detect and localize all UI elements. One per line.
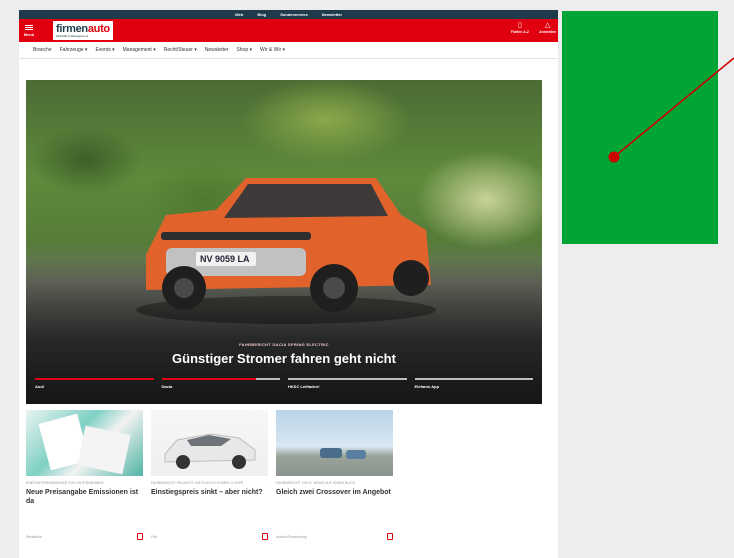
article-thumbnail[interactable]	[151, 410, 268, 476]
article-title[interactable]: Neue Preisangabe Emissionen ist da	[26, 488, 143, 506]
slider-tab[interactable]: Dacia	[161, 378, 280, 389]
slider-tab-label: HKSC Leitfaden!	[288, 384, 320, 389]
nav-item-shop[interactable]: Shop ▾	[236, 47, 252, 53]
bookmark-icon[interactable]	[387, 533, 393, 540]
nav-item-fahrzeuge[interactable]: Fahrzeuge ▾	[60, 47, 88, 53]
slider-progress	[161, 378, 257, 380]
top-link-web[interactable]: Web	[235, 12, 243, 17]
article-kicker: ENERGIEPREISBREMSE FÜR UNTERNEHMEN	[26, 481, 104, 485]
document-icon: ▯	[517, 22, 522, 29]
nav-item-management[interactable]: Management ▾	[123, 47, 156, 53]
slider-tabs: Audi Dacia HKSC Leitfaden! Elefanto App	[35, 378, 533, 389]
site-header: Menü firmenauto Mobilität & Management ▯…	[19, 19, 558, 42]
menu-label: Menü	[23, 31, 35, 37]
nav-item-recht-steuer[interactable]: Recht/Steuer ▾	[164, 47, 197, 53]
article-author: Fiat	[151, 534, 157, 539]
hamburger-icon	[25, 24, 33, 30]
hero-title[interactable]: Günstiger Stromer fahren geht nicht	[26, 351, 542, 366]
article-card[interactable]: FAHRBERICHT VW ID. NEWS AUF EINEM BLICK …	[276, 410, 393, 540]
slider-tab[interactable]: Elefanto App	[414, 378, 533, 389]
nav-item-branche[interactable]: Branche	[33, 47, 52, 53]
top-utility-bar: Web Blog Sonderservice Newsletter	[19, 10, 558, 19]
slider-tab[interactable]: HKSC Leitfaden!	[288, 378, 407, 389]
slider-tab-label: Audi	[35, 384, 44, 389]
nav-item-newsletter[interactable]: Newsletter	[205, 47, 229, 53]
bell-icon: △	[544, 22, 551, 29]
article-kicker: FAHRBERICHT VW ID. NEWS AUF EINEM BLICK	[276, 481, 356, 485]
hero-car-image: NV 9059 LA	[136, 178, 436, 324]
article-title[interactable]: Einstiegspreis sinkt – aber nicht?	[151, 488, 268, 497]
bookmark-icon[interactable]	[137, 533, 143, 540]
fleet-az-label: Flotten A-Z	[510, 30, 530, 34]
advertisement-banner[interactable]	[562, 11, 718, 244]
article-card[interactable]: FAHRBERICHT PEUGEOT 408 PLUG-IN HYBRID C…	[151, 410, 268, 540]
hero-slider[interactable]: NV 9059 LA FAHRBERICHT DACIA SPRING ELEC…	[26, 80, 542, 404]
top-link-blog[interactable]: Blog	[257, 12, 266, 17]
license-plate: NV 9059 LA	[200, 254, 250, 264]
article-cards: ENERGIEPREISBREMSE FÜR UNTERNEHMEN Neue …	[26, 410, 393, 540]
article-kicker: FAHRBERICHT PEUGEOT 408 PLUG-IN HYBRID C…	[151, 481, 244, 485]
bookmark-icon[interactable]	[262, 533, 268, 540]
hero-kicker: FAHRBERICHT DACIA SPRING ELECTRIC	[239, 342, 329, 347]
article-card[interactable]: ENERGIEPREISBREMSE FÜR UNTERNEHMEN Neue …	[26, 410, 143, 540]
article-thumbnail[interactable]	[26, 410, 143, 476]
site-logo[interactable]: firmenauto Mobilität & Management	[53, 21, 113, 40]
slider-progress	[35, 378, 154, 380]
slider-tab[interactable]: Audi	[35, 378, 154, 389]
top-link-newsletter[interactable]: Newsletter	[322, 12, 342, 17]
article-author: Redaktion	[26, 534, 42, 539]
article-thumbnail[interactable]	[276, 410, 393, 476]
page-main: Web Blog Sonderservice Newsletter Menü f…	[19, 10, 558, 558]
article-author: Autorin/Fortsetzung	[276, 534, 307, 539]
nav-item-wir[interactable]: Wir & Wir ▾	[260, 47, 285, 53]
slider-tab-label: Dacia	[161, 384, 173, 389]
top-link-service[interactable]: Sonderservice	[280, 12, 308, 17]
nav-item-events[interactable]: Events ▾	[95, 47, 114, 53]
fleet-az-button[interactable]: ▯ Flotten A-Z	[511, 22, 529, 34]
main-nav: Branche Fahrzeuge ▾ Events ▾ Management …	[19, 42, 558, 59]
slider-tab-label: Elefanto App	[414, 384, 440, 389]
login-label: Anmelden	[539, 30, 556, 34]
article-title[interactable]: Gleich zwei Crossover im Angebot	[276, 488, 393, 497]
menu-button[interactable]: Menü	[19, 19, 39, 42]
login-button[interactable]: △ Anmelden	[539, 22, 556, 34]
logo-tagline: Mobilität & Management	[56, 33, 89, 38]
